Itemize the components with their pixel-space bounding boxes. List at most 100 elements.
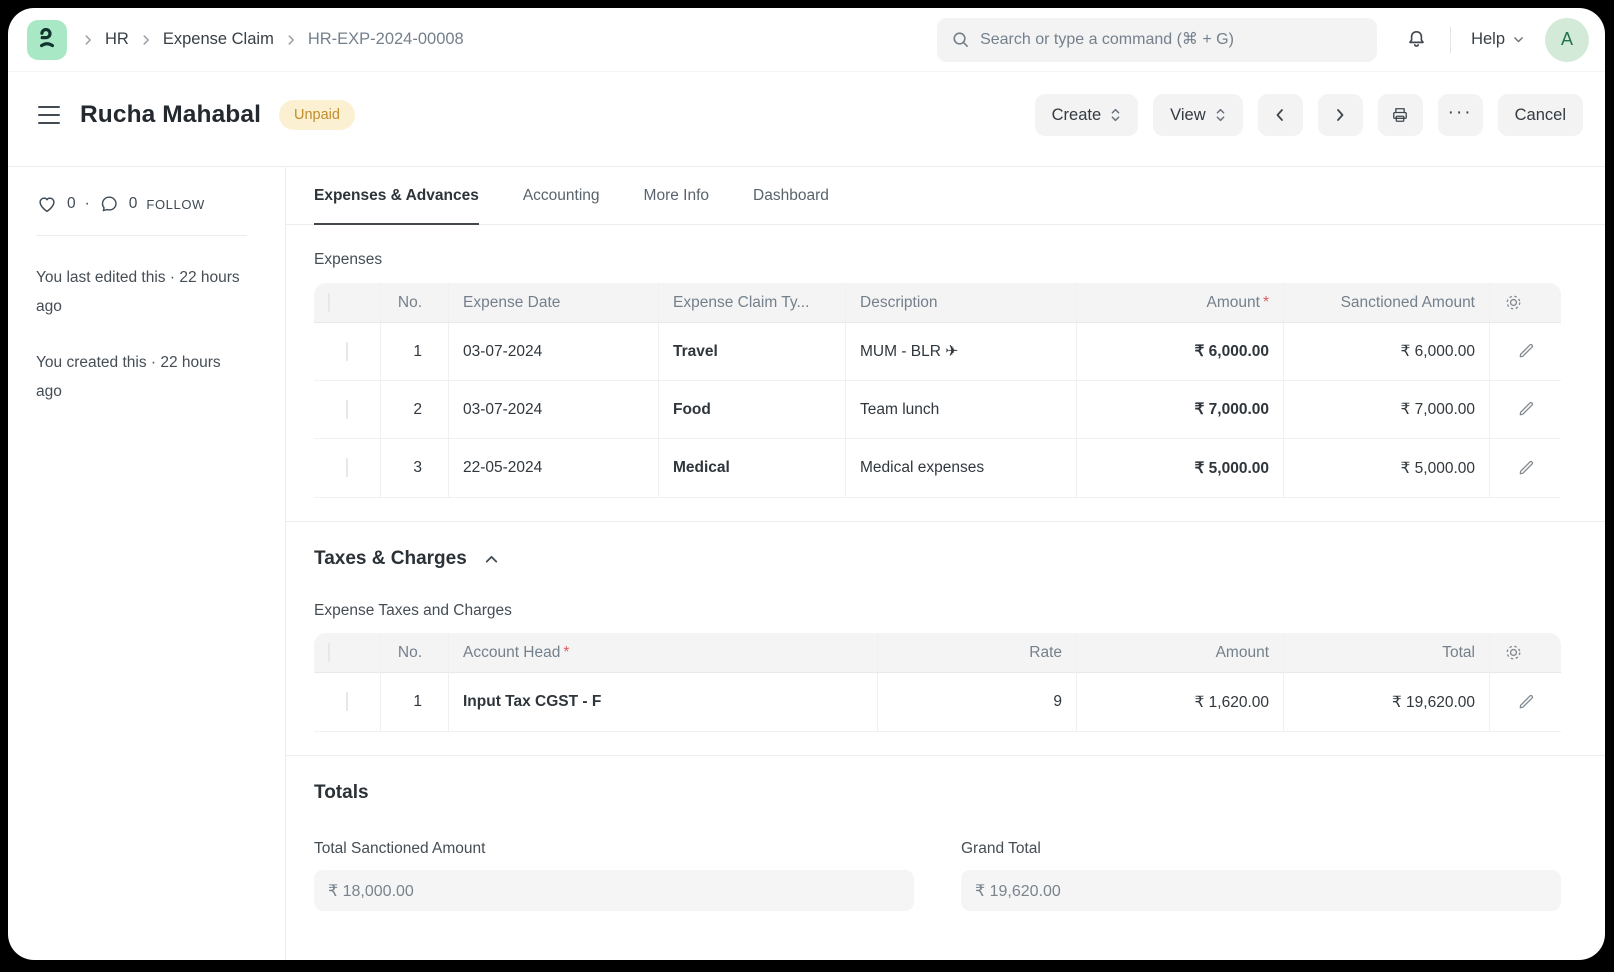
col-header-description: Description	[846, 283, 1077, 323]
status-badge: Unpaid	[279, 100, 355, 130]
cell-description[interactable]: Medical expenses	[846, 439, 1077, 497]
cell-amount[interactable]: ₹ 6,000.00	[1077, 323, 1284, 381]
taxes-grid-label: Expense Taxes and Charges	[314, 602, 1561, 620]
expense-row: 2 03-07-2024 Food Team lunch ₹ 7,000.00 …	[314, 381, 1561, 439]
totals-section-title: Totals	[314, 782, 1561, 804]
unfold-icon	[1215, 107, 1226, 123]
cell-expense-date[interactable]: 03-07-2024	[449, 381, 659, 439]
totals-section-header: Totals	[314, 782, 1561, 804]
tab-dashboard[interactable]: Dashboard	[753, 167, 829, 224]
page-actions: Create View	[1035, 94, 1583, 136]
last-edited-text: You last edited this · 22 hours ago	[36, 263, 248, 321]
sidebar-toggle-icon[interactable]	[36, 102, 62, 128]
navbar: HR Expense Claim HR-EXP-2024-00008 He	[8, 8, 1605, 72]
user-avatar[interactable]: A	[1545, 18, 1589, 62]
cell-sanctioned-amount[interactable]: ₹ 7,000.00	[1284, 381, 1490, 439]
col-header-amount: Amount	[1077, 633, 1284, 673]
follow-button[interactable]: FOLLOW	[146, 197, 205, 212]
cell-description[interactable]: Team lunch	[846, 381, 1077, 439]
cell-amount[interactable]: ₹ 5,000.00	[1077, 439, 1284, 497]
breadcrumb-item-hr[interactable]: HR	[105, 30, 129, 49]
edit-row-pencil-icon[interactable]	[1517, 400, 1535, 418]
cell-rate[interactable]: 9	[878, 673, 1077, 731]
search-input[interactable]	[980, 31, 1363, 49]
cell-row-no[interactable]: 2	[381, 381, 449, 439]
cell-row-no[interactable]: 3	[381, 439, 449, 497]
unfold-icon	[1110, 107, 1121, 123]
cell-total[interactable]: ₹ 19,620.00	[1284, 673, 1490, 731]
comments-count[interactable]: 0	[129, 195, 138, 213]
cell-row-no[interactable]: 1	[381, 323, 449, 381]
created-text: You created this · 22 hours ago	[36, 348, 248, 406]
next-document-button[interactable]	[1318, 94, 1363, 136]
select-all-checkbox[interactable]	[328, 643, 330, 662]
chevron-left-icon	[1272, 107, 1288, 123]
create-button[interactable]: Create	[1035, 94, 1139, 136]
cell-sanctioned-amount[interactable]: ₹ 5,000.00	[1284, 439, 1490, 497]
col-header-total: Total	[1284, 633, 1490, 673]
cell-amount[interactable]: ₹ 1,620.00	[1077, 673, 1284, 731]
col-header-expense-date: Expense Date	[449, 283, 659, 323]
search-icon	[951, 30, 970, 49]
chevron-up-icon	[483, 551, 500, 568]
form-main: Expenses & Advances Accounting More Info…	[285, 167, 1605, 960]
global-search[interactable]	[937, 18, 1377, 62]
cell-expense-date[interactable]: 03-07-2024	[449, 323, 659, 381]
cell-expense-claim-type[interactable]: Medical	[659, 439, 846, 497]
view-button[interactable]: View	[1153, 94, 1242, 136]
cell-row-no[interactable]: 1	[381, 673, 449, 731]
cell-sanctioned-amount[interactable]: ₹ 6,000.00	[1284, 323, 1490, 381]
help-menu[interactable]: Help	[1471, 30, 1525, 49]
cell-expense-claim-type[interactable]: Travel	[659, 323, 846, 381]
page-head: Rucha Mahabal Unpaid Create View	[8, 72, 1605, 167]
edit-row-pencil-icon[interactable]	[1517, 459, 1535, 477]
printer-icon	[1390, 105, 1410, 125]
tab-accounting[interactable]: Accounting	[523, 167, 600, 224]
likes-count[interactable]: 0	[67, 195, 76, 213]
print-button[interactable]	[1378, 94, 1423, 136]
create-button-label: Create	[1052, 106, 1102, 125]
cell-expense-claim-type[interactable]: Food	[659, 381, 846, 439]
cell-amount[interactable]: ₹ 7,000.00	[1077, 381, 1284, 439]
breadcrumb-item-doctype[interactable]: Expense Claim	[163, 30, 274, 49]
prev-document-button[interactable]	[1258, 94, 1303, 136]
page-title: Rucha Mahabal	[80, 101, 261, 129]
row-checkbox[interactable]	[346, 458, 348, 477]
row-checkbox[interactable]	[346, 692, 348, 711]
cancel-button[interactable]: Cancel	[1498, 94, 1583, 136]
edit-row-pencil-icon[interactable]	[1517, 342, 1535, 360]
notifications-bell-icon[interactable]	[1405, 28, 1428, 51]
section-divider	[286, 521, 1605, 522]
chevron-right-icon	[284, 33, 298, 47]
taxes-section-header[interactable]: Taxes & Charges	[314, 548, 1561, 570]
tab-more-info[interactable]: More Info	[644, 167, 709, 224]
sidebar-divider	[36, 235, 247, 236]
heart-icon[interactable]	[36, 193, 58, 215]
chevron-right-icon	[81, 33, 95, 47]
required-marker: *	[563, 644, 569, 661]
comment-icon[interactable]	[99, 194, 120, 215]
col-header-no: No.	[381, 283, 449, 323]
cell-expense-date[interactable]: 22-05-2024	[449, 439, 659, 497]
cell-description[interactable]: MUM - BLR ✈	[846, 323, 1077, 381]
grid-settings-gear-icon[interactable]	[1504, 293, 1523, 312]
field-label: Total Sanctioned Amount	[314, 840, 914, 858]
app-logo[interactable]	[27, 20, 67, 60]
select-all-checkbox[interactable]	[328, 293, 330, 312]
dot-separator: ·	[85, 195, 90, 213]
taxes-header-row: No. Account Head* Rate Amount Total	[314, 633, 1561, 673]
row-checkbox[interactable]	[346, 400, 348, 419]
breadcrumb: HR Expense Claim HR-EXP-2024-00008	[81, 30, 464, 49]
tab-expenses-advances[interactable]: Expenses & Advances	[314, 167, 479, 224]
edit-row-pencil-icon[interactable]	[1517, 693, 1535, 711]
col-header-expense-claim-type: Expense Claim Ty...	[659, 283, 846, 323]
more-options-button[interactable]: ···	[1438, 94, 1483, 136]
taxes-grid: No. Account Head* Rate Amount Total	[314, 633, 1561, 731]
form-sidebar: 0 · 0 FOLLOW You last edited this · 22 h…	[8, 167, 285, 960]
cell-account-head[interactable]: Input Tax CGST - F	[449, 673, 878, 731]
expenses-header-row: No. Expense Date Expense Claim Ty... Des…	[314, 283, 1561, 323]
row-checkbox[interactable]	[346, 342, 348, 361]
grid-settings-gear-icon[interactable]	[1504, 643, 1523, 662]
field-label: Grand Total	[961, 840, 1561, 858]
chevron-right-icon	[1332, 107, 1348, 123]
